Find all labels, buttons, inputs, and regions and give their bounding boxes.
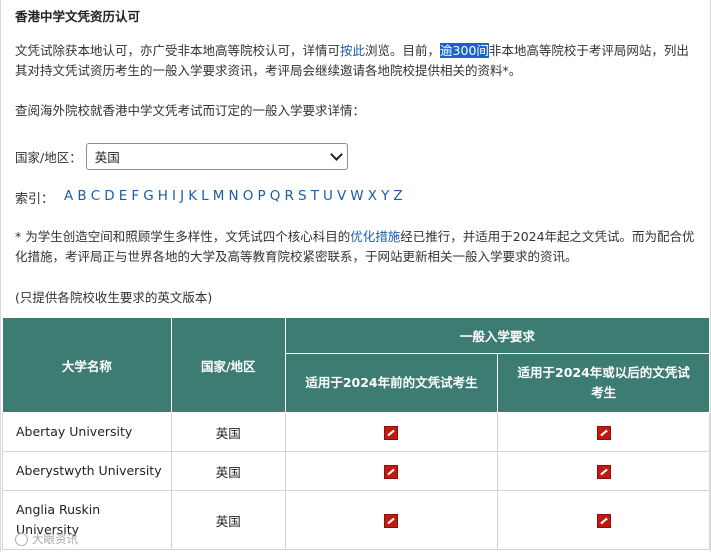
header-before-2024: 适用于2024年前的文凭试考生 bbox=[284, 353, 499, 413]
header-requirements: 一般入学要求 bbox=[284, 317, 711, 354]
pdf-icon[interactable] bbox=[384, 513, 399, 528]
header-country: 国家/地区 bbox=[170, 317, 286, 413]
table-row: Anglia Ruskin University 英国 bbox=[2, 490, 710, 550]
header-university: 大学名称 bbox=[2, 317, 172, 413]
index-letter-a[interactable]: A bbox=[64, 188, 73, 207]
alphabet-index: 索引： ABCDEFGHIJKLMNOPQRSTUVWXYZ bbox=[15, 188, 407, 207]
table-row: Aberystwyth University 英国 bbox=[2, 451, 710, 491]
index-letter-p[interactable]: P bbox=[257, 188, 265, 207]
index-letters: ABCDEFGHIJKLMNOPQRSTUVWXYZ bbox=[64, 188, 407, 207]
note-text-1: * 为学生创造空间和照顾学生多样性，文凭试四个核心科目的 bbox=[15, 229, 351, 244]
index-letter-h[interactable]: H bbox=[158, 188, 168, 207]
pdf-cell-before bbox=[284, 412, 499, 452]
index-letter-k[interactable]: K bbox=[188, 188, 197, 207]
requirements-table: 大学名称 国家/地区 一般入学要求 适用于2024年前的文凭试考生 适用于202… bbox=[2, 317, 711, 550]
index-letter-g[interactable]: G bbox=[143, 188, 153, 207]
pdf-icon[interactable] bbox=[596, 513, 611, 528]
lookup-instruction: 查阅海外院校就香港中学文凭考试而订定的一般入学要求详情： bbox=[15, 103, 366, 118]
country-label: 国家/地区： bbox=[15, 149, 82, 165]
pdf-cell-from bbox=[497, 412, 710, 452]
pdf-cell-before bbox=[284, 490, 499, 550]
page-title: 香港中学文凭资历认可 bbox=[15, 9, 141, 24]
pdf-icon[interactable] bbox=[384, 464, 399, 479]
click-here-link[interactable]: 按此 bbox=[340, 43, 365, 58]
watermark-icon bbox=[15, 532, 28, 546]
index-letter-v[interactable]: V bbox=[337, 188, 346, 207]
index-letter-e[interactable]: E bbox=[119, 188, 128, 207]
pdf-icon[interactable] bbox=[596, 425, 611, 440]
header-from-2024: 适用于2024年或以后的文凭试考生 bbox=[497, 353, 710, 413]
index-letter-d[interactable]: D bbox=[104, 188, 114, 207]
index-letter-i[interactable]: I bbox=[172, 188, 176, 207]
index-letter-w[interactable]: W bbox=[350, 188, 363, 207]
index-letter-n[interactable]: N bbox=[229, 188, 239, 207]
intro-text-2: 浏览。目前， bbox=[365, 43, 441, 58]
country-cell: 英国 bbox=[170, 451, 286, 491]
index-letter-j[interactable]: J bbox=[180, 188, 184, 207]
index-letter-z[interactable]: Z bbox=[393, 188, 402, 207]
index-letter-q[interactable]: Q bbox=[270, 188, 281, 207]
index-letter-b[interactable]: B bbox=[77, 188, 86, 207]
pdf-icon[interactable] bbox=[596, 464, 611, 479]
pdf-icon[interactable] bbox=[384, 425, 399, 440]
english-only-note: (只提供各院校收生要求的英文版本) bbox=[15, 290, 213, 305]
index-letter-r[interactable]: R bbox=[284, 188, 293, 207]
index-letter-x[interactable]: X bbox=[368, 188, 377, 207]
chevron-down-icon bbox=[329, 147, 343, 161]
index-letter-y[interactable]: Y bbox=[381, 188, 389, 207]
university-name: Abertay University bbox=[2, 412, 172, 452]
optimisation-measures-link[interactable]: 优化措施 bbox=[350, 229, 400, 244]
index-letter-f[interactable]: F bbox=[131, 188, 139, 207]
country-filter: 国家/地区： 英国 bbox=[15, 142, 348, 170]
index-letter-m[interactable]: M bbox=[213, 188, 225, 207]
index-letter-o[interactable]: O bbox=[243, 188, 254, 207]
page-container: 香港中学文凭资历认可 文凭试除获本地认可，亦广受非本地高等院校认可，详情可按此浏… bbox=[0, 0, 711, 552]
university-name: Aberystwyth University bbox=[2, 451, 172, 491]
index-letter-u[interactable]: U bbox=[323, 188, 333, 207]
watermark-text: 大眼资讯 bbox=[32, 532, 78, 546]
highlighted-count: 逾300间 bbox=[440, 43, 489, 58]
country-select[interactable]: 英国 bbox=[85, 142, 348, 170]
index-letter-s[interactable]: S bbox=[298, 188, 307, 207]
index-letter-t[interactable]: T bbox=[311, 188, 319, 207]
index-letter-l[interactable]: L bbox=[201, 188, 209, 207]
intro-text-1: 文凭试除获本地认可，亦广受非本地高等院校认可，详情可 bbox=[15, 43, 341, 58]
country-cell: 英国 bbox=[170, 490, 286, 550]
pdf-cell-before bbox=[284, 451, 499, 491]
pdf-cell-from bbox=[497, 490, 710, 550]
watermark: 大眼资讯 bbox=[15, 531, 78, 547]
pdf-cell-from bbox=[497, 451, 710, 491]
intro-paragraph: 文凭试除获本地认可，亦广受非本地高等院校认可，详情可按此浏览。目前，逾300间非… bbox=[15, 41, 697, 81]
country-cell: 英国 bbox=[170, 412, 286, 452]
index-letter-c[interactable]: C bbox=[91, 188, 100, 207]
index-label: 索引： bbox=[15, 192, 55, 207]
table-row: Abertay University 英国 bbox=[2, 412, 710, 452]
country-select-value: 英国 bbox=[94, 149, 120, 165]
note-paragraph: * 为学生创造空间和照顾学生多样性，文凭试四个核心科目的优化措施经已推行，并适用… bbox=[15, 227, 697, 267]
